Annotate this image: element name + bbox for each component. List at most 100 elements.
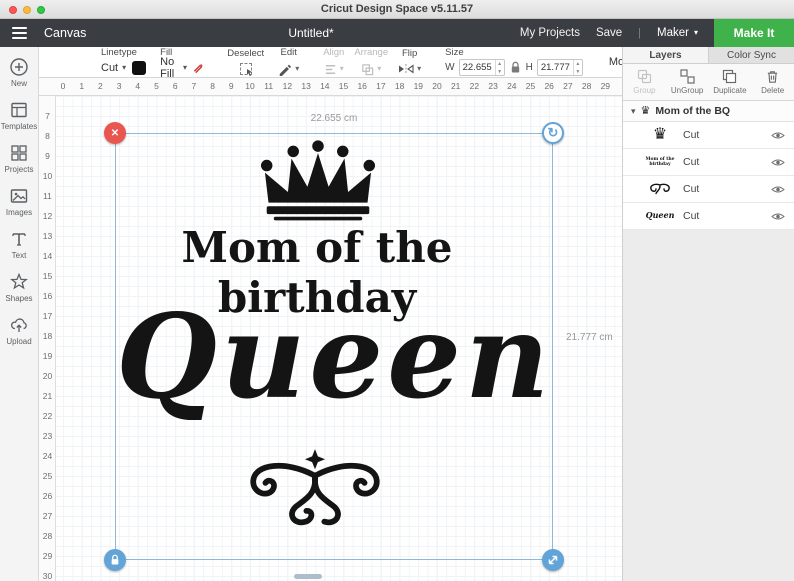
make-it-button[interactable]: Make It <box>714 19 794 47</box>
sidebar-item-projects[interactable]: Projects <box>0 143 38 174</box>
sidebar-item-new[interactable]: New <box>0 57 38 88</box>
layer-visibility-toggle[interactable] <box>771 158 785 167</box>
linetype-color-swatch[interactable] <box>132 60 147 75</box>
width-steppers[interactable]: ▲ ▼ <box>494 60 504 76</box>
upload-icon <box>10 318 27 332</box>
eye-icon <box>771 213 785 219</box>
sidebar-item-text[interactable]: Text <box>0 229 38 260</box>
resize-handle[interactable] <box>542 549 564 571</box>
zoom-window-button[interactable] <box>37 5 45 14</box>
fill-dropdown[interactable]: No Fill ▾ <box>160 56 187 80</box>
design-canvas[interactable]: 22.655 cm 21.777 cm Mom of the birthday … <box>56 96 622 581</box>
align-button[interactable]: Align ▾ <box>323 48 344 76</box>
images-icon <box>10 189 28 203</box>
tab-color-sync[interactable]: Color Sync <box>708 47 794 63</box>
linetype-label: Linetype <box>101 47 137 59</box>
ungroup-icon <box>680 69 695 84</box>
ruler-mark: 10 <box>245 81 255 91</box>
sidebar-item-label: Upload <box>6 337 32 346</box>
delete-handle[interactable]: ✕ <box>104 122 126 144</box>
ruler-mark: 21 <box>42 391 53 401</box>
linetype-dropdown[interactable]: Cut ▾ <box>101 62 126 74</box>
minimize-window-button[interactable] <box>23 5 31 14</box>
duplicate-button[interactable]: Duplicate <box>709 64 752 100</box>
sidebar-item-shapes[interactable]: Shapes <box>0 272 38 303</box>
lock-handle[interactable] <box>104 549 126 571</box>
sidebar-item-images[interactable]: Images <box>0 186 38 217</box>
ungroup-button[interactable]: UnGroup <box>666 64 709 100</box>
height-label: H <box>525 62 533 74</box>
chevron-down-icon: ▾ <box>377 64 382 74</box>
delete-button[interactable]: Delete <box>751 64 794 100</box>
ruler-mark: 12 <box>282 81 293 91</box>
sidebar-item-label: Images <box>5 208 33 217</box>
tab-layers[interactable]: Layers <box>623 47 708 63</box>
arrange-button[interactable]: Arrange ▾ <box>354 48 388 76</box>
new-icon <box>10 58 28 76</box>
flip-button[interactable]: Flip ▾ <box>398 49 421 76</box>
ruler-mark: 11 <box>264 81 274 91</box>
design-artwork[interactable]: Mom of the birthday Queen <box>116 134 552 559</box>
height-steppers[interactable]: ▲ ▼ <box>572 60 582 76</box>
group-button[interactable]: Group <box>623 64 666 100</box>
ruler-mark: 19 <box>413 81 424 91</box>
ruler-mark: 12 <box>42 211 53 221</box>
size-height-input[interactable]: 21.777 ▲ ▼ <box>536 59 583 77</box>
chevron-down-icon: ▾ <box>182 62 187 72</box>
layer-visibility-toggle[interactable] <box>771 212 785 221</box>
edit-pencil-icon <box>279 64 292 77</box>
ruler-mark: 9 <box>228 81 234 91</box>
queen-thumbnail: Queen <box>645 210 675 221</box>
ruler-mark: 10 <box>42 171 53 181</box>
step-up-icon: ▲ <box>575 61 581 67</box>
layer-group-header[interactable]: ▾ ♛ Mom of the BQ <box>623 101 794 122</box>
ruler-mark: 9 <box>45 151 50 161</box>
layer-row-crown[interactable]: ♛ Cut <box>623 122 794 149</box>
layers-panel-tabs: Layers Color Sync <box>623 47 794 64</box>
width-value: 22.655 <box>462 62 492 74</box>
ruler-mark: 22 <box>42 411 53 421</box>
save-link[interactable]: Save <box>596 27 622 39</box>
ruler-mark: 21 <box>450 81 461 91</box>
layer-row-text[interactable]: Mom of the birthday Cut <box>623 149 794 176</box>
sidebar-item-upload[interactable]: Upload <box>0 315 38 346</box>
crown-thumbnail-icon: ♛ <box>652 126 668 143</box>
machine-selector[interactable]: Maker ▾ <box>657 27 698 39</box>
disclosure-triangle-icon[interactable]: ▾ <box>631 106 636 117</box>
my-projects-link[interactable]: My Projects <box>520 27 580 39</box>
close-window-button[interactable] <box>9 5 17 14</box>
no-fill-pen-icon[interactable] <box>193 60 203 75</box>
ruler-mark: 4 <box>135 81 141 91</box>
edit-toolbar: Linetype Cut ▾ Fill No Fill ▾ Deselect E… <box>39 47 642 80</box>
horizontal-scrollbar-thumb[interactable] <box>294 574 322 579</box>
layer-thumbnail: Queen <box>643 211 677 220</box>
window-controls <box>9 5 45 14</box>
layer-visibility-toggle[interactable] <box>771 185 785 194</box>
layer-visibility-toggle[interactable] <box>771 131 785 140</box>
text-icon <box>12 233 26 246</box>
duplicate-label: Duplicate <box>713 86 747 95</box>
ruler-mark: 16 <box>42 291 53 301</box>
layer-row-queen[interactable]: Queen Cut <box>623 203 794 230</box>
arrange-icon <box>362 64 374 75</box>
selection-box[interactable]: Mom of the birthday Queen <box>115 133 553 560</box>
rotate-handle[interactable]: ↻ <box>542 122 564 144</box>
layer-group-name: Mom of the BQ <box>655 105 731 117</box>
sidebar-item-label: Text <box>11 251 27 260</box>
deselect-button[interactable]: Deselect <box>227 49 264 77</box>
window-title: Cricut Design Space v5.11.57 <box>320 3 474 15</box>
aspect-lock-icon[interactable] <box>510 61 521 74</box>
ruler-mark: 13 <box>301 81 311 91</box>
sidebar-item-templates[interactable]: Templates <box>0 100 38 131</box>
fill-value: No Fill <box>160 55 175 80</box>
layer-row-flourish[interactable]: Cut <box>623 176 794 203</box>
ruler-mark: 18 <box>394 81 405 91</box>
edit-button[interactable]: Edit ▾ <box>278 48 299 77</box>
ruler-mark: 29 <box>600 81 611 91</box>
sidebar-item-label: Shapes <box>5 294 33 303</box>
ruler-mark: 15 <box>42 271 53 281</box>
size-width-input[interactable]: 22.655 ▲ ▼ <box>458 59 505 77</box>
group-icon <box>637 69 651 84</box>
ruler-mark: 19 <box>42 351 53 361</box>
layer-operation: Cut <box>683 183 700 195</box>
